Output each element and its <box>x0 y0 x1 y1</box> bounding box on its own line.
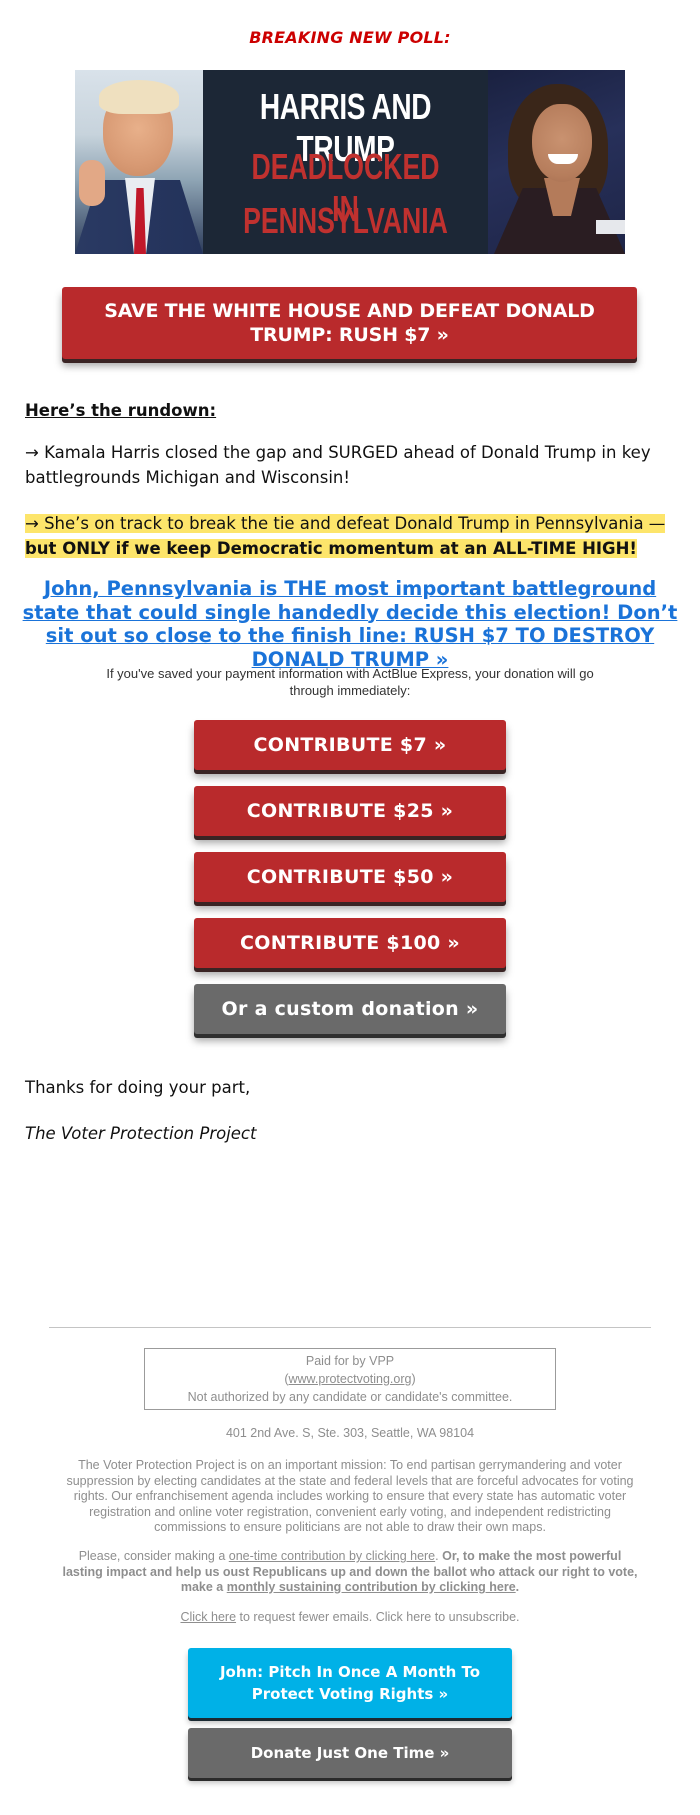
mailing-address: 401 2nd Ave. S, Ste. 303, Seattle, WA 98… <box>225 1426 475 1440</box>
para2-bold-text: but ONLY if we keep Democratic momentum … <box>25 539 637 558</box>
poll-banner-image[interactable]: HARRIS AND TRUMP DEADLOCKED IN PENNSYLVA… <box>75 70 625 254</box>
para2-highlight-text: → She’s on track to break the tie and de… <box>25 514 666 533</box>
one-time-contribution-link[interactable]: one-time contribution by clicking here <box>229 1549 435 1563</box>
paid-for-text: Paid for by VPP <box>305 1354 395 1368</box>
harris-surge-paragraph: → Kamala Harris closed the gap and SURGE… <box>25 443 651 487</box>
contribute-50-button[interactable]: CONTRIBUTE $50 » <box>194 852 506 902</box>
fewer-emails-link[interactable]: Click here <box>180 1610 236 1624</box>
pennsylvania-paragraph: → She’s on track to break the tie and de… <box>25 511 675 561</box>
website-line: (www.protectvoting.org) <box>145 1370 555 1388</box>
contribution-appeal: Please, consider making a one-time contr… <box>60 1549 640 1596</box>
banner-line-3: PENNSYLVANIA <box>243 200 448 241</box>
rundown-heading: Here’s the rundown: <box>25 401 217 420</box>
thanks-text: Thanks for doing your part, <box>25 1078 251 1097</box>
website-link[interactable]: www.protectvoting.org <box>289 1372 412 1386</box>
paren-close: ) <box>411 1372 416 1386</box>
highlighted-text: → She’s on track to break the tie and de… <box>25 514 666 558</box>
thumbs-up-icon <box>79 160 105 206</box>
rush-7-top-button[interactable]: SAVE THE WHITE HOUSE AND DEFEAT DONALD T… <box>62 287 637 359</box>
email-preferences: Click here to request fewer emails. Clic… <box>100 1610 600 1626</box>
contribute-7-button[interactable]: CONTRIBUTE $7 » <box>194 720 506 770</box>
contribute-100-button[interactable]: CONTRIBUTE $100 » <box>194 918 506 968</box>
paid-for-disclaimer: Paid for by VPP (www.protectvoting.org) … <box>144 1348 556 1410</box>
appeal-prefix: Please, consider making a <box>78 1549 229 1563</box>
one-time-donation-button[interactable]: Donate Just One Time » <box>188 1728 512 1778</box>
signature: The Voter Protection Project <box>25 1124 257 1143</box>
banner-headline-panel: HARRIS AND TRUMP DEADLOCKED IN PENNSYLVA… <box>203 70 488 254</box>
monthly-donation-button[interactable]: John: Pitch In Once A Month To Protect V… <box>188 1648 512 1718</box>
contribute-25-button[interactable]: CONTRIBUTE $25 » <box>194 786 506 836</box>
mission-statement: The Voter Protection Project is on an im… <box>66 1458 634 1534</box>
harris-photo <box>488 70 625 254</box>
breaking-news-kicker: BREAKING NEW POLL: <box>249 28 451 47</box>
custom-donation-button[interactable]: Or a custom donation » <box>194 984 506 1034</box>
unsubscribe-text[interactable]: to request fewer emails. Click here to u… <box>236 1610 520 1624</box>
footer-divider <box>49 1327 651 1328</box>
rush-7-headline-link[interactable]: John, Pennsylvania is THE most important… <box>20 577 680 671</box>
monthly-contribution-link[interactable]: monthly sustaining contribution by click… <box>227 1580 516 1594</box>
actblue-express-note: If you've saved your payment information… <box>106 666 594 698</box>
not-authorized-text: Not authorized by any candidate or candi… <box>187 1390 513 1404</box>
trump-photo <box>75 70 203 254</box>
